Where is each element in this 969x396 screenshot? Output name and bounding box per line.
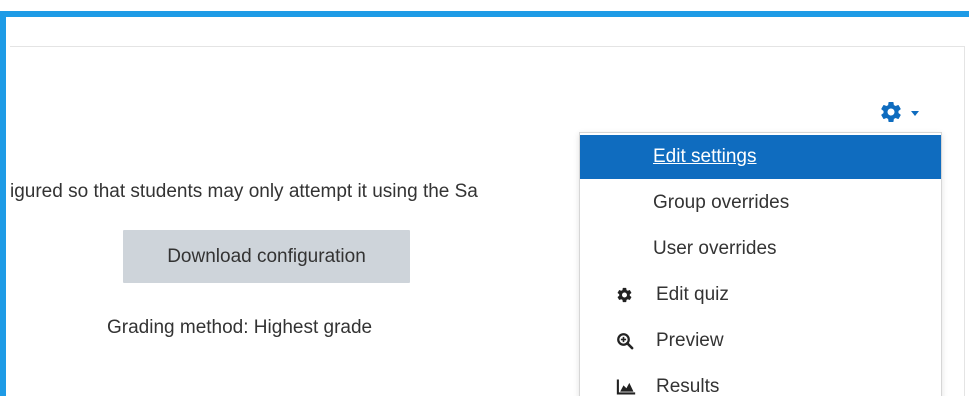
quiz-info-text: igured so that students may only attempt…	[10, 181, 478, 202]
menu-item-edit-settings[interactable]: Edit settings	[580, 135, 941, 179]
zoom-in-icon	[616, 332, 634, 350]
menu-item-label: Edit settings	[653, 146, 757, 167]
area-chart-icon	[616, 379, 636, 396]
menu-item-label: Group overrides	[653, 192, 790, 213]
menu-item-label: Preview	[656, 330, 724, 351]
menu-item-group-overrides[interactable]: Group overrides	[580, 181, 941, 225]
actions-menu-toggle[interactable]	[879, 100, 919, 124]
menu-item-preview[interactable]: Preview	[580, 319, 941, 363]
frame-border-left	[0, 11, 6, 396]
actions-dropdown-menu: Edit settings Group overrides User overr…	[579, 132, 942, 396]
gear-icon	[616, 287, 633, 304]
menu-item-label: User overrides	[653, 238, 777, 259]
menu-item-label: Results	[656, 376, 720, 396]
frame-border-top	[0, 11, 969, 17]
screenshot-frame: igured so that students may only attempt…	[0, 0, 969, 396]
gear-icon	[879, 100, 903, 124]
menu-item-user-overrides[interactable]: User overrides	[580, 227, 941, 271]
menu-item-edit-quiz[interactable]: Edit quiz	[580, 273, 941, 317]
download-configuration-button[interactable]: Download configuration	[123, 230, 410, 283]
chevron-down-icon	[911, 111, 919, 116]
menu-item-label: Edit quiz	[656, 284, 729, 305]
grading-method-text: Grading method: Highest grade	[107, 317, 373, 338]
menu-item-results[interactable]: Results	[580, 365, 941, 396]
